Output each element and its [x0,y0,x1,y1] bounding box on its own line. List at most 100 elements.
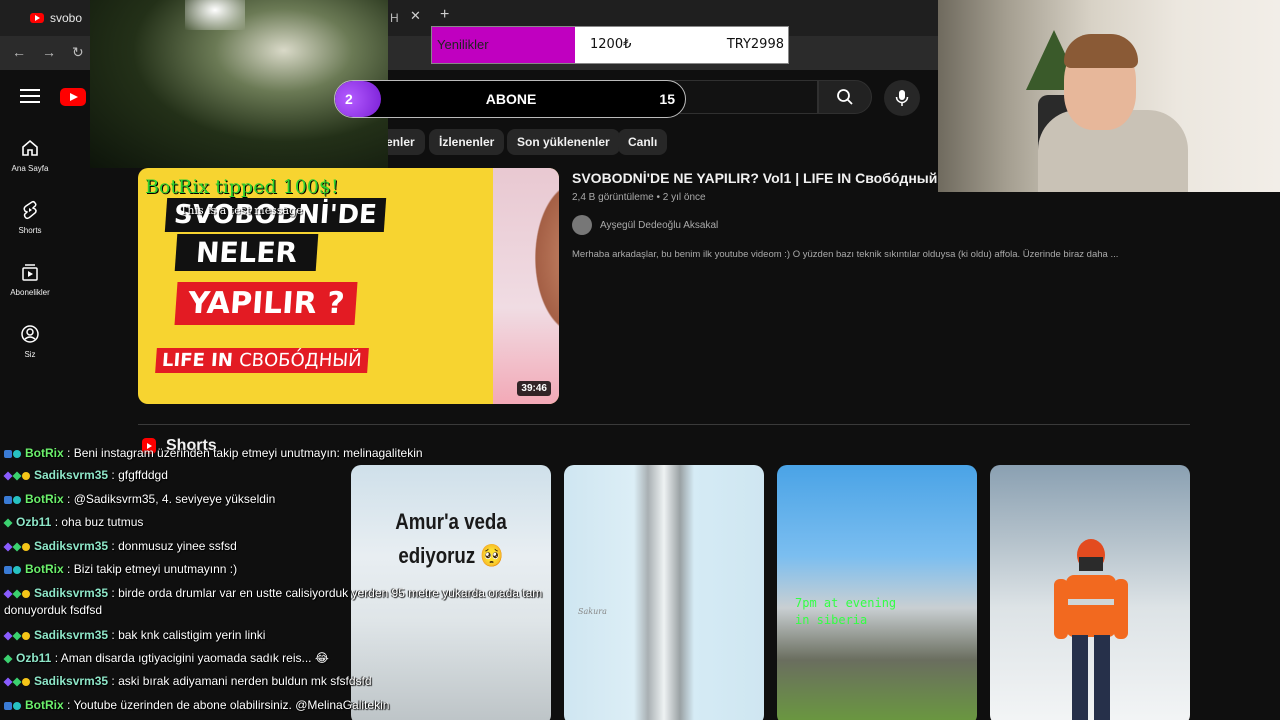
green-badge-icon [12,542,22,552]
chat-username[interactable]: BotRix [25,492,64,506]
chat-text: @Sadiksvrm35, 4. seviyeye yükseldin [73,492,276,506]
chat-username[interactable]: Ozb11 [16,651,51,665]
chat-separator: : [51,651,61,665]
chip-most-viewed[interactable]: İzlenenler [429,129,505,155]
purple-badge-icon [3,542,13,552]
forward-button[interactable]: → [42,44,56,60]
chat-text: donmusuz yinee ssfsd [118,539,237,553]
subscriber-goal-label: ABONE [485,91,537,107]
gold-badge-icon [22,677,30,686]
shorts-icon [23,200,37,220]
sidebar-item-shorts[interactable]: Shorts [0,200,60,235]
short-watermark: Sakura [578,607,607,616]
chip-latest[interactable]: Son yüklenenler [507,129,620,155]
chat-message: Sadiksvrm35 : aski bırak adiyamani nerde… [3,674,372,688]
green-badge-icon [12,589,22,599]
chat-badges [3,674,31,688]
chat-message: BotRix : Bizi takip etmeyi unutmayınn :) [4,562,237,576]
sidebar-item-you[interactable]: Siz [0,324,60,359]
cyan-badge-icon [13,449,21,458]
avatar[interactable] [572,215,592,235]
chat-username[interactable]: Sadiksvrm35 [34,628,108,642]
chat-message: BotRix : Youtube üzerinden de abone olab… [4,698,389,712]
chat-separator: : [108,539,119,553]
short-card[interactable] [990,465,1190,720]
tip-alert-title: BotRix tipped 100$! [145,176,339,198]
tab-title-suffix: H [390,11,399,25]
short-card[interactable]: Sakura [564,465,764,720]
upload-age: 2 yıl önce [662,192,706,203]
youtube-logo[interactable] [60,88,86,106]
channel-row[interactable]: Ayşegül Dedeoğlu Aksakal [572,215,718,235]
gold-badge-icon [22,631,30,640]
green-badge-icon [12,631,22,641]
chat-separator: : [63,562,74,576]
chat-separator: : [63,492,74,506]
gold-badge-icon [22,589,30,598]
search-icon [837,89,853,105]
sidebar-item-subscriptions[interactable]: Abonelikler [0,262,60,297]
chip-live[interactable]: Canlı [618,129,668,155]
channel-name[interactable]: Ayşegül Dedeoğlu Aksakal [600,220,718,231]
chat-username[interactable]: Sadiksvrm35 [34,539,108,553]
cyan-badge-icon [13,701,21,710]
short-overlay-text: 7pm at evening in siberia [795,595,896,629]
chat-text: bak knk calistigim yerin linki [118,628,266,642]
purple-badge-icon [3,677,13,687]
sidebar-item-home[interactable]: Ana Sayfa [0,138,60,173]
video-meta: 2,4 B görüntüleme • 2 yıl önce [572,192,706,203]
short-card[interactable]: 7pm at evening in siberia [777,465,977,720]
search-button[interactable] [818,80,872,114]
reload-button[interactable]: ↻ [72,44,84,61]
microphone-icon [895,90,909,106]
chat-message: BotRix : Beni instagram üzerinden takip … [4,446,423,460]
chat-text: Youtube üzerinden de abone olabilirsiniz… [73,698,390,712]
chat-text: aski bırak adiyamani nerden buldun mk sf… [118,674,372,688]
cyan-badge-icon [13,495,21,504]
chat-message: BotRix : @Sadiksvrm35, 4. seviyeye yükse… [4,492,275,506]
donation-goal-label: Yenilikler [432,27,575,63]
section-divider [138,424,1190,425]
chat-username[interactable]: Sadiksvrm35 [34,586,108,600]
chat-badges [3,515,13,529]
chat-message: Sadiksvrm35 : donmusuz yinee ssfsd [3,539,237,553]
green-badge-icon [3,518,13,528]
blue-badge-icon [4,495,12,504]
thumbnail-text-line: СВОБО́ДНЫЙ [238,350,363,371]
chat-username[interactable]: BotRix [25,446,64,460]
new-tab-button[interactable]: + [440,6,449,24]
chat-text: Bizi takip etmeyi unutmayınn :) [73,562,238,576]
voice-search-button[interactable] [884,80,920,116]
youtube-favicon-icon [30,13,44,23]
chat-text: gfgffddgd [118,468,168,482]
close-tab-icon[interactable]: ✕ [410,8,421,24]
blue-badge-icon [4,449,12,458]
short-text-line: ediyoruz 🥺 [398,543,504,568]
chat-badges [4,492,22,506]
green-badge-icon [3,654,13,664]
back-button[interactable]: ← [12,44,26,60]
purple-badge-icon [3,589,13,599]
thumbnail-person [493,168,559,404]
chat-username[interactable]: BotRix [25,562,64,576]
sidebar-item-label: Abonelikler [10,288,50,297]
video-title[interactable]: SVOBODNİ'DE NE YAPILIR? Vol1 | LIFE IN С… [572,170,937,186]
chat-username[interactable]: Sadiksvrm35 [34,468,108,482]
chat-badges [3,585,31,602]
video-description: Merhaba arkadaşlar, bu benim ilk youtube… [572,249,1119,260]
chat-message: Sadiksvrm35 : birde orda drumlar var en … [3,585,544,619]
chat-separator: : [108,586,119,600]
chat-separator: : [108,674,119,688]
chat-text: oha buz tutmus [61,515,144,529]
chat-username[interactable]: Sadiksvrm35 [34,674,108,688]
chat-separator: : [63,446,74,460]
thumbnail-text-line: LIFE IN [161,350,234,371]
chat-badges [3,651,13,665]
menu-icon[interactable] [20,89,40,105]
chat-separator: : [63,698,74,712]
chat-username[interactable]: BotRix [25,698,64,712]
short-text-line: Amur'a veda [395,509,507,534]
blue-badge-icon [4,565,12,574]
chat-text: Aman disarda ıgtiyacigini yaomada sadık … [60,651,329,665]
chat-username[interactable]: Ozb11 [16,515,51,529]
